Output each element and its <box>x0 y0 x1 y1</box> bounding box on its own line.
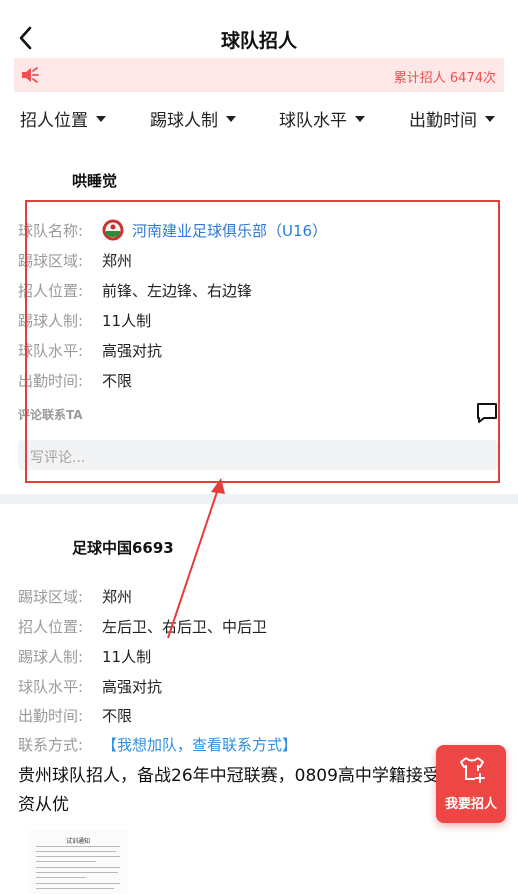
filter-attendance[interactable]: 出勤时间 <box>409 106 495 131</box>
info-row: 出勤时间: 不限 <box>18 370 132 391</box>
post-description: 贵州球队招人，备战26年中冠联赛，0809高中学籍接受，工资从优 <box>18 766 474 815</box>
notice-bar: 累计招人 6474次 <box>14 58 504 92</box>
field-label: 出勤时间: <box>18 707 84 725</box>
document-image[interactable]: 试训通知 <box>28 830 128 894</box>
section-divider <box>0 494 518 504</box>
field-label: 踢球人制: <box>18 648 84 666</box>
info-row: 踢球区域: 郑州 <box>18 586 132 607</box>
filter-level[interactable]: 球队水平 <box>279 106 365 131</box>
filter-format[interactable]: 踢球人制 <box>150 106 236 131</box>
field-label: 招人位置: <box>18 282 84 300</box>
contact-link[interactable]: 【我想加队，查看联系方式】 <box>102 736 297 754</box>
contact-row: 联系方式: 【我想加队，查看联系方式】 <box>18 734 297 755</box>
field-value: 郑州 <box>102 252 133 270</box>
comment-icon[interactable] <box>476 402 498 424</box>
team-name-row: 球队名称: 河南建业足球俱乐部（U16） <box>18 219 327 243</box>
caret-down-icon <box>355 116 365 122</box>
team-name-link[interactable]: 河南建业足球俱乐部（U16） <box>132 222 327 240</box>
caret-down-icon <box>485 116 495 122</box>
field-label: 球队水平: <box>18 342 84 360</box>
team-logo <box>102 219 124 241</box>
comment-input[interactable]: 写评论... <box>18 440 498 470</box>
field-value: 11人制 <box>102 312 152 330</box>
post-author[interactable]: 哄睡觉 <box>72 170 117 191</box>
doc-title: 试训通知 <box>66 838 91 845</box>
info-row: 球队水平: 高强对抗 <box>18 676 162 697</box>
filter-attendance-label: 出勤时间 <box>409 111 477 131</box>
info-row: 踢球区域: 郑州 <box>18 250 132 271</box>
recruit-count: 累计招人 6474次 <box>393 71 496 86</box>
recruit-button[interactable]: 我要招人 <box>436 745 506 823</box>
comment-label: 评论联系TA <box>18 408 83 422</box>
field-label: 踢球人制: <box>18 312 84 330</box>
field-value: 不限 <box>102 707 133 725</box>
page-title: 球队招人 <box>220 30 297 52</box>
field-value: 郑州 <box>102 588 133 606</box>
speaker-icon <box>22 67 39 83</box>
jersey-plus-icon <box>460 757 485 783</box>
filter-bar: 招人位置 踢球人制 球队水平 出勤时间 <box>0 100 518 136</box>
field-value: 高强对抗 <box>102 342 163 360</box>
field-label: 踢球区域: <box>18 252 84 270</box>
field-value: 前锋、左边锋、右边锋 <box>102 282 253 300</box>
info-row: 球队水平: 高强对抗 <box>18 340 162 361</box>
filter-position[interactable]: 招人位置 <box>20 106 106 131</box>
info-row: 招人位置: 左后卫、右后卫、中后卫 <box>18 616 267 637</box>
recruit-button-label: 我要招人 <box>444 797 497 812</box>
info-row: 出勤时间: 不限 <box>18 705 132 726</box>
field-value: 左后卫、右后卫、中后卫 <box>102 618 268 636</box>
post-author[interactable]: 足球中国6693 <box>72 537 174 558</box>
info-row: 踢球人制: 11人制 <box>18 310 151 331</box>
field-label: 踢球区域: <box>18 588 84 606</box>
comment-placeholder: 写评论... <box>30 450 86 466</box>
field-label: 球队水平: <box>18 678 84 696</box>
filter-level-label: 球队水平 <box>279 111 347 131</box>
field-label: 出勤时间: <box>18 372 84 390</box>
caret-down-icon <box>96 116 106 122</box>
field-value: 高强对抗 <box>102 678 163 696</box>
caret-down-icon <box>226 116 236 122</box>
info-row: 招人位置: 前锋、左边锋、右边锋 <box>18 280 252 301</box>
info-row: 踢球人制: 11人制 <box>18 646 151 667</box>
field-label: 招人位置: <box>18 618 84 636</box>
field-value: 11人制 <box>102 648 152 666</box>
filter-format-label: 踢球人制 <box>150 111 218 131</box>
field-label: 球队名称: <box>18 222 84 240</box>
field-label: 联系方式: <box>18 736 84 754</box>
filter-position-label: 招人位置 <box>20 111 88 131</box>
field-value: 不限 <box>102 372 133 390</box>
